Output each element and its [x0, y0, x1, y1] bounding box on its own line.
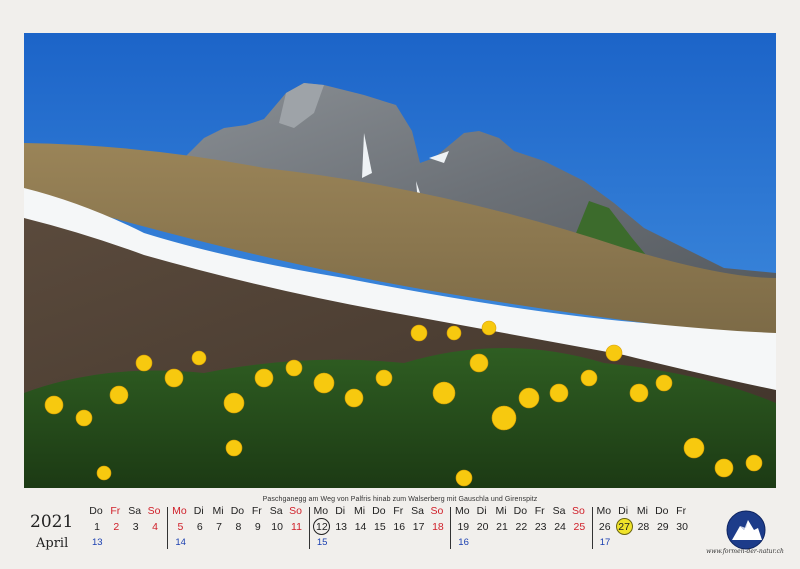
week-number: 13 [92, 537, 103, 548]
day-number: 9 [254, 521, 261, 533]
weekday-label: Sa [269, 505, 283, 517]
day-number: 17 [412, 521, 425, 533]
day-number: 10 [271, 521, 283, 533]
day-number: 28 [637, 521, 650, 533]
day-number: 18 [432, 521, 444, 533]
day-number: 6 [196, 521, 203, 533]
week-separator [591, 507, 593, 549]
weekday-label: Sa [128, 505, 142, 517]
day-number: 11 [291, 521, 302, 533]
week-number: 17 [599, 537, 611, 548]
day-number: 12 [316, 521, 328, 533]
weekday-label: Fr [393, 505, 404, 517]
weekday-label: Fr [110, 505, 121, 517]
weekday-label: Mo [172, 505, 187, 517]
weekday-label: Di [476, 505, 487, 517]
photo-caption: Paschganegg am Weg von Palfris hinab zum… [262, 496, 538, 503]
weekday-label: Fr [534, 505, 545, 517]
weekday-label: Di [618, 505, 629, 517]
weekday-label: Do [655, 505, 669, 517]
day-number: 2 [113, 521, 120, 533]
weekday-label: Di [335, 505, 346, 517]
day-number: 26 [598, 521, 611, 533]
weekday-label: Do [513, 505, 528, 517]
weekday-label: Sa [411, 505, 425, 517]
day-number: 23 [534, 521, 547, 533]
day-number: 5 [177, 521, 184, 533]
day-number: 30 [676, 521, 688, 533]
day-number: 3 [132, 521, 139, 533]
weekday-label: Mi [495, 505, 507, 517]
week-separator [450, 507, 452, 549]
weekday-label: Mi [636, 505, 648, 517]
day-number: 19 [457, 521, 470, 533]
day-number: 20 [476, 521, 489, 533]
weekday-label: Do [230, 505, 245, 517]
week-separator [167, 507, 169, 549]
weekday-label: Do [89, 505, 103, 517]
day-number: 25 [573, 521, 586, 533]
weekday-label: Di [193, 505, 204, 517]
weekday-label: Mi [212, 505, 224, 517]
weekday-label: Do [372, 505, 386, 517]
weekday-label: So [289, 505, 302, 517]
day-number: 22 [515, 521, 528, 533]
weekday-label: Mo [455, 505, 470, 517]
weekday-label: Sa [552, 505, 566, 517]
calendar-month: April [36, 536, 69, 551]
calendar-grid: Do 1 Fr 2 Sa 3 So 4 Mo 5 Di 6 Mi 7 Do 8 Fr 9 Sa 10 So 11 Mo 12 D… [88, 505, 688, 555]
logo-url-text: www.formen-der-natur.ch [706, 548, 784, 555]
day-number: 24 [554, 521, 566, 533]
day-number: 7 [216, 521, 223, 533]
weekday-label: Fr [251, 505, 262, 517]
weekday-label: Mo [313, 505, 329, 517]
day-number: 21 [496, 521, 508, 533]
weekday-label: Mo [596, 505, 612, 517]
day-number: 4 [152, 521, 158, 533]
calendar-year: 2021 [30, 512, 74, 532]
calendar-page: Paschganegg am Weg von Palfris hinab zum… [0, 0, 800, 569]
day-number: 1 [94, 521, 100, 533]
day-number: 16 [393, 521, 406, 533]
weekday-label: Fr [676, 505, 687, 517]
weekday-label: So [430, 505, 444, 517]
landscape-photo [24, 33, 776, 488]
week-number: 15 [316, 537, 328, 548]
weekday-label: So [147, 505, 161, 517]
mountain-meadow-image [24, 33, 776, 488]
week-separator [308, 507, 310, 549]
week-number: 14 [175, 537, 186, 548]
day-number: 14 [354, 521, 367, 533]
week-number: 16 [458, 537, 469, 548]
day-number: 8 [235, 521, 242, 533]
day-number: 13 [335, 521, 348, 533]
weekday-label: Mi [354, 505, 366, 517]
day-number: 29 [656, 521, 669, 533]
day-number: 15 [374, 521, 386, 533]
weekday-label: So [571, 505, 585, 517]
day-number: 27 [618, 521, 630, 533]
